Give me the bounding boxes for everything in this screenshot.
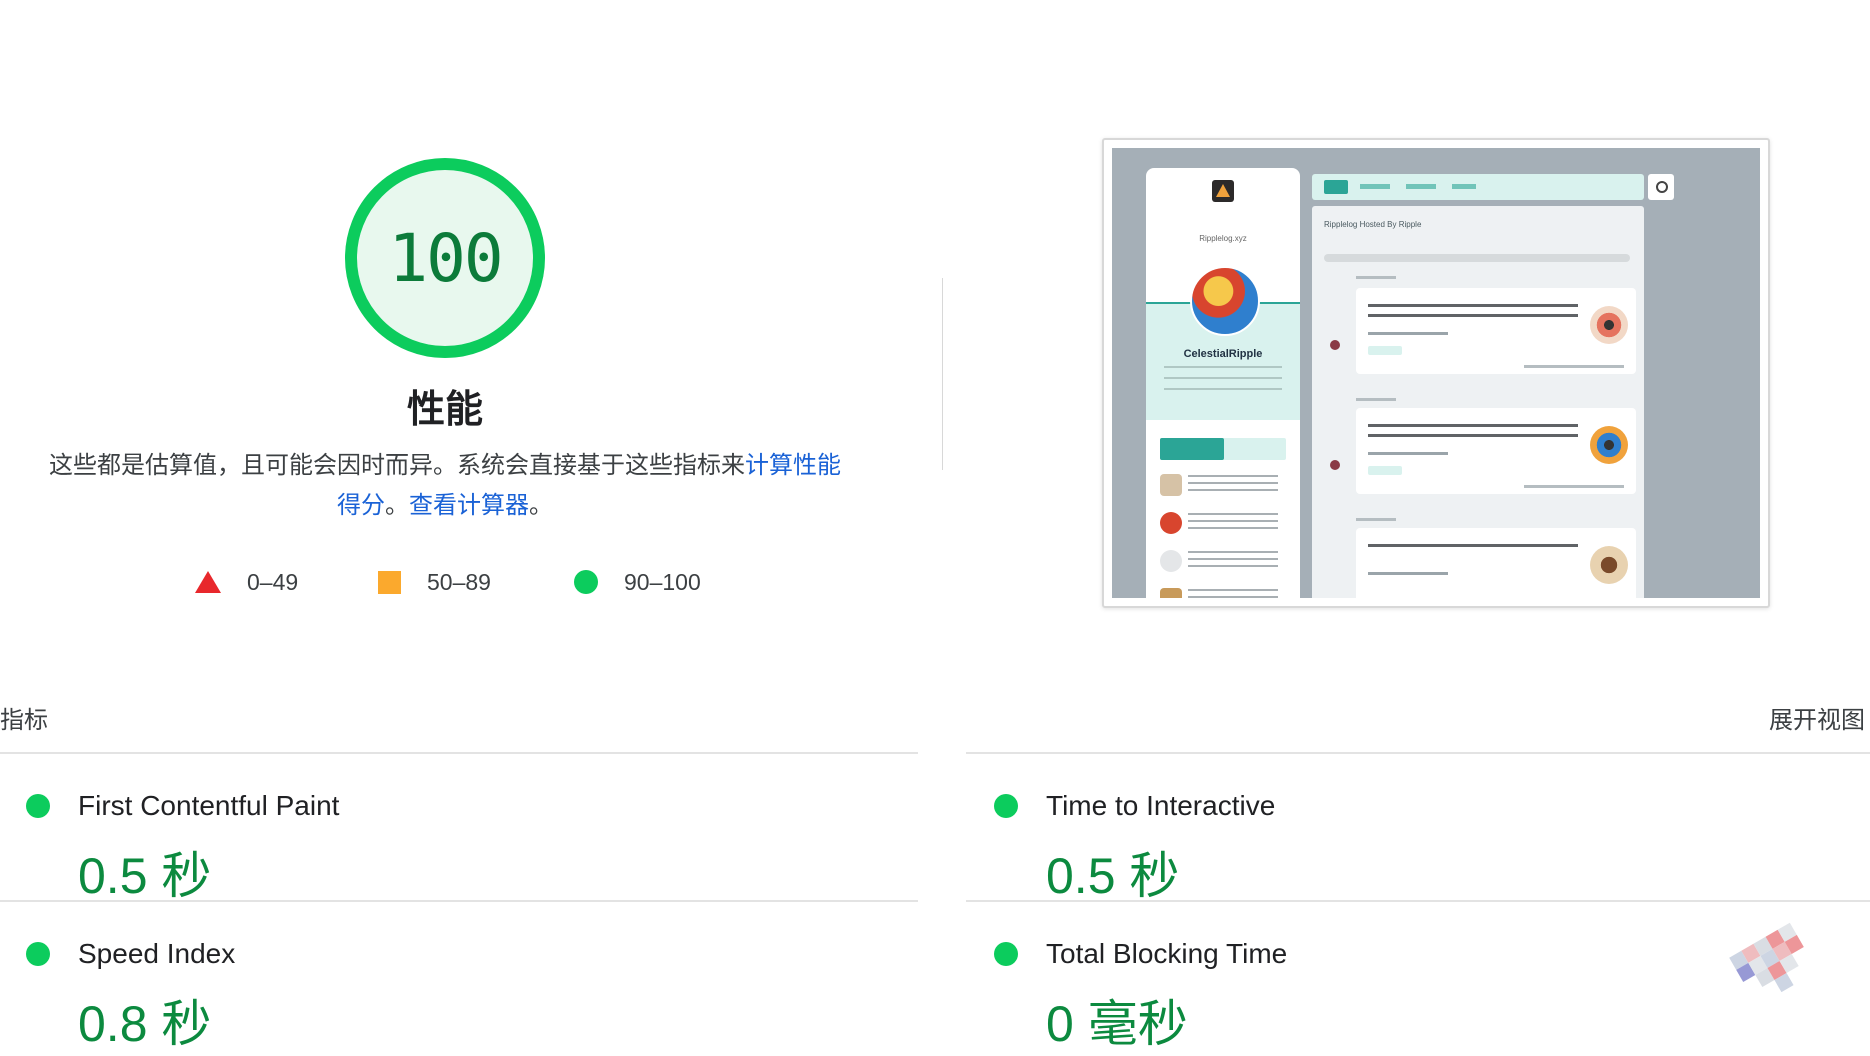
thumb-post-list	[1160, 470, 1286, 598]
metric-value: 0 毫秒	[1046, 996, 1188, 1052]
description-separator: 。	[385, 492, 409, 519]
watermark-logo-icon	[1729, 922, 1804, 993]
thumb-pin	[1330, 460, 1340, 470]
page-screenshot-thumbnail[interactable]: Ripplelog.xyz CelestialRipple Ripplelog …	[1102, 138, 1770, 608]
avatar	[1190, 266, 1260, 336]
thumb-sidebar: Ripplelog.xyz CelestialRipple	[1146, 168, 1300, 598]
score-value: 100	[388, 219, 503, 297]
metric-value: 0.5 秒	[1046, 848, 1180, 904]
score-category-title: 性能	[406, 389, 483, 431]
metrics-divider	[0, 752, 918, 754]
metric-value: 0.5 秒	[78, 848, 212, 904]
metric-time-to-interactive: Time to Interactive 0.5 秒	[968, 760, 1870, 908]
thumb-user-name: CelestialRipple	[1183, 348, 1263, 360]
metrics-section-title: 指标	[0, 707, 48, 734]
legend-pass: 90–100	[574, 566, 701, 598]
site-logo-icon	[1212, 180, 1234, 202]
thumb-main-content: Ripplelog Hosted By Ripple	[1312, 206, 1644, 598]
metrics-divider	[0, 900, 918, 902]
thumb-bio-lines	[1164, 366, 1282, 398]
description-end: 。	[529, 492, 553, 519]
legend-pass-label: 90–100	[624, 568, 701, 595]
thumb-tabs	[1160, 438, 1286, 460]
vertical-divider	[942, 278, 943, 470]
thumb-date	[1356, 276, 1396, 279]
pass-circle-icon	[26, 794, 50, 818]
metric-speed-index: Speed Index 0.8 秒	[0, 908, 918, 1056]
triangle-icon	[195, 571, 221, 593]
metric-first-contentful-paint: First Contentful Paint 0.5 秒	[0, 760, 918, 908]
thumb-post-card	[1356, 288, 1636, 374]
list-item	[1160, 546, 1286, 578]
screenshot-canvas: Ripplelog.xyz CelestialRipple Ripplelog …	[1112, 148, 1760, 598]
score-description: 这些都是估算值，且可能会因时而异。系统会直接基于这些指标来计算性能得分。查看计算…	[40, 446, 850, 526]
thumb-pin	[1330, 340, 1340, 350]
thumb-date	[1356, 518, 1396, 521]
pass-circle-icon	[26, 942, 50, 966]
expand-view-toggle[interactable]: 展开视图	[1769, 700, 1865, 735]
view-calculator-link[interactable]: 查看计算器	[409, 492, 529, 519]
pass-circle-icon	[994, 794, 1018, 818]
thumb-site-name: Ripplelog.xyz	[1199, 234, 1247, 243]
list-item	[1160, 470, 1286, 502]
thumb-post-card	[1356, 528, 1636, 598]
metric-title: Time to Interactive	[1046, 790, 1276, 821]
metric-title: Total Blocking Time	[1046, 938, 1288, 969]
legend-fail-label: 0–49	[247, 568, 299, 595]
metric-value: 0.8 秒	[78, 996, 212, 1052]
thumb-post-card	[1356, 408, 1636, 494]
legend-average-label: 50–89	[427, 568, 491, 595]
square-icon	[378, 570, 401, 594]
performance-score-gauge: 100	[345, 158, 545, 358]
legend-fail: 0–49	[195, 566, 298, 598]
list-item	[1160, 584, 1286, 598]
metrics-divider	[966, 752, 1870, 754]
pass-circle-icon	[994, 942, 1018, 966]
list-item	[1160, 508, 1286, 540]
legend-average: 50–89	[378, 566, 491, 598]
description-text: 这些都是估算值，且可能会因时而异。系统会直接基于这些指标来	[49, 452, 745, 479]
search-icon	[1648, 174, 1674, 200]
thumb-main-title: Ripplelog Hosted By Ripple	[1324, 220, 1422, 229]
thumb-search-bar	[1324, 254, 1630, 262]
thumb-nav-bar	[1312, 174, 1644, 200]
metric-title: First Contentful Paint	[78, 790, 340, 821]
thumb-date	[1356, 398, 1396, 401]
metric-title: Speed Index	[78, 938, 236, 969]
circle-icon	[574, 570, 598, 594]
